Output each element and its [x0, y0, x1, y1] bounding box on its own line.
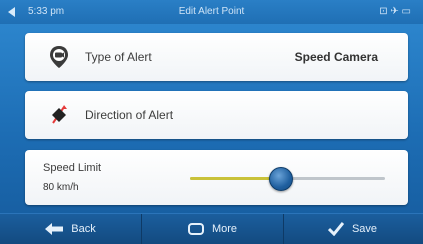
- save-label: Save: [351, 223, 378, 235]
- status-bar: 5:33 pm Edit Alert Point ⊡ ✈ ▭: [0, 0, 423, 24]
- direction-of-alert-label: Direction of Alert: [85, 108, 174, 122]
- bottom-bar: Back More Save: [0, 213, 423, 244]
- slider-thumb[interactable]: [268, 167, 293, 191]
- more-label: More: [211, 223, 238, 235]
- status-icons: ⊡ ✈ ▭: [379, 6, 411, 17]
- direction-arrow-icon: [52, 105, 67, 124]
- direction-of-alert-row[interactable]: Direction of Alert: [25, 91, 408, 139]
- type-of-alert-label: Type of Alert: [85, 50, 152, 64]
- type-of-alert-row[interactable]: Type of Alert Speed Camera: [25, 33, 408, 81]
- screen: 5:33 pm Edit Alert Point ⊡ ✈ ▭ Type of A…: [0, 0, 423, 244]
- speed-limit-label: Speed Limit: [43, 162, 102, 174]
- camera-pin-icon: [50, 46, 68, 68]
- checkmark-icon: [327, 222, 344, 236]
- back-label: Back: [71, 223, 96, 235]
- more-icon: [187, 223, 204, 235]
- type-of-alert-value: Speed Camera: [294, 50, 378, 64]
- speed-limit-row: Speed Limit 80 km/h: [25, 150, 408, 205]
- save-button[interactable]: Save: [282, 214, 423, 244]
- slider-fill: [190, 177, 280, 180]
- speed-limit-slider[interactable]: [190, 167, 385, 191]
- speed-limit-value: 80 km/h: [43, 182, 79, 193]
- page-title: Edit Alert Point: [178, 6, 245, 17]
- back-button[interactable]: Back: [0, 214, 141, 244]
- more-button[interactable]: More: [141, 214, 284, 244]
- arrow-left-icon: [45, 223, 64, 235]
